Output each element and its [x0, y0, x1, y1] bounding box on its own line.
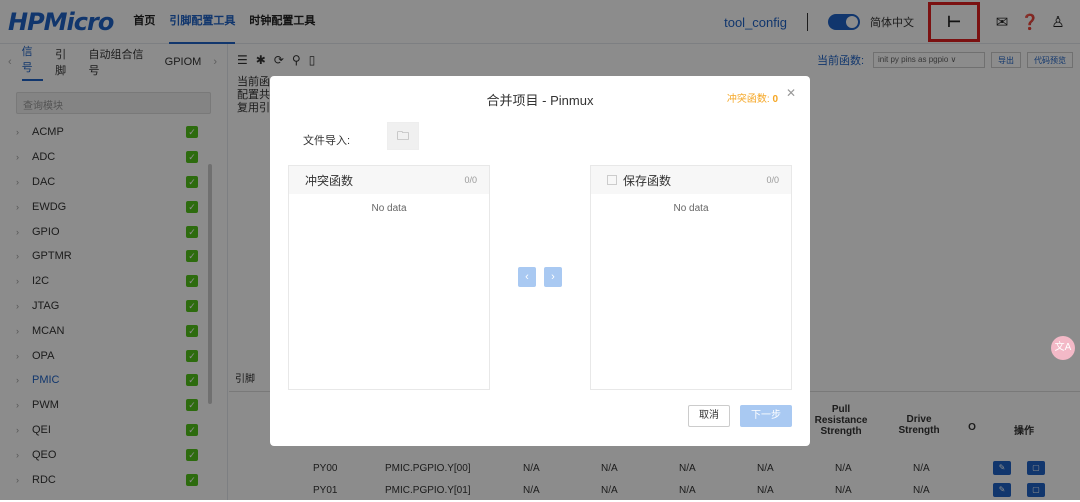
- conflict-number: 0: [772, 94, 778, 105]
- file-import-label: 文件导入:: [303, 135, 351, 147]
- translate-icon[interactable]: 文A: [1051, 336, 1075, 360]
- save-panel-title: 保存函数: [623, 173, 672, 188]
- save-panel-header: 保存函数 0/0: [591, 166, 791, 194]
- close-icon[interactable]: ✕: [786, 86, 796, 100]
- no-data-text: No data: [673, 203, 709, 214]
- conflict-count: 冲突函数: 0: [727, 90, 778, 105]
- move-right-button[interactable]: ›: [544, 267, 562, 287]
- move-left-button[interactable]: ‹: [518, 267, 536, 287]
- conflict-panel: 冲突函数 0/0 No data: [288, 165, 490, 390]
- no-data-text: No data: [371, 203, 407, 214]
- merge-dialog: 合并项目 - Pinmux 冲突函数: 0 ✕ 文件导入: 🗀 冲突函数 0/0…: [270, 76, 810, 446]
- conflict-panel-title: 冲突函数: [305, 173, 354, 188]
- conflict-panel-header: 冲突函数 0/0: [289, 166, 489, 194]
- folder-icon[interactable]: 🗀: [387, 122, 419, 150]
- next-button[interactable]: 下一步: [740, 405, 792, 427]
- conflict-label: 冲突函数:: [726, 94, 770, 105]
- select-all-checkbox[interactable]: [607, 175, 617, 185]
- cancel-button[interactable]: 取消: [688, 405, 730, 427]
- save-panel: 保存函数 0/0 No data: [590, 165, 792, 390]
- conflict-panel-count: 0/0: [464, 175, 477, 185]
- save-panel-count: 0/0: [766, 175, 779, 185]
